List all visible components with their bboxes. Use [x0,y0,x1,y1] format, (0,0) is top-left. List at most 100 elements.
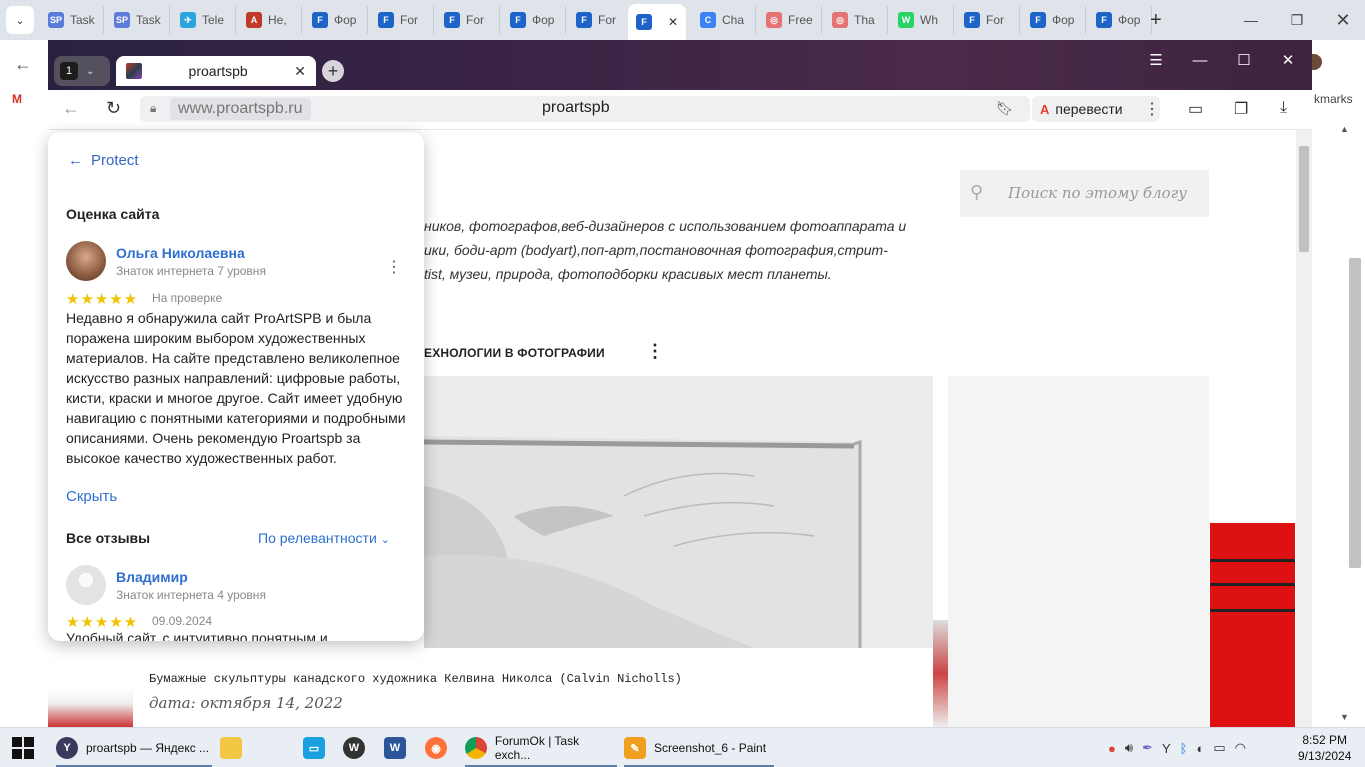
bookmark-icon[interactable]: 🔖︎ [996,100,1014,117]
browser-tab[interactable]: F Фор [304,6,368,34]
browser-tab[interactable]: W Wh [890,6,954,34]
taskbar-item-app[interactable]: ▭ [303,728,325,767]
browser-tab[interactable]: A Не, [238,6,302,34]
download-icon[interactable]: ⤓ [1280,99,1287,117]
scrollbar-thumb[interactable] [1349,258,1361,568]
browser-tab[interactable]: F For [370,6,434,34]
folder-icon [220,737,242,759]
new-tab-button[interactable]: + [1150,8,1162,32]
section-title[interactable]: ЕХНОЛОГИИ В ФОТОГРАФИИ [424,346,605,360]
reviewer-name[interactable]: Ольга Николаевна [116,245,245,261]
collections-icon[interactable]: ❐ [1234,99,1248,119]
more-vert-icon[interactable]: ⋮ [1144,99,1160,119]
browser-tab[interactable]: F For [568,6,632,34]
tab-label: Free [788,13,813,27]
menu-icon[interactable]: ☰ [1136,50,1176,70]
yandex-tray-icon[interactable]: Y [1162,741,1171,756]
close-tab-icon[interactable]: ✕ [294,63,306,80]
more-vert-icon[interactable]: ⋮ [386,260,402,276]
blog-search[interactable]: ⚲ Поиск по этому блогу [960,170,1209,217]
new-tab-button[interactable]: + [322,60,344,82]
browser-tab[interactable]: F ✕ [628,4,686,40]
url-text[interactable]: www.proartspb.ru [170,98,311,120]
taskbar-item-chrome[interactable]: ForumOk | Task exch... [465,728,617,767]
address-bar[interactable]: 🔒︎ www.proartspb.ru proartspb 🔖︎ [140,96,1030,122]
browser-tab[interactable]: F For [436,6,500,34]
browser-tab[interactable]: ✈ Tele [172,6,236,34]
page-scrollbar[interactable] [1296,130,1312,727]
browser-tab[interactable]: C Cha [692,6,756,34]
scroll-up-icon[interactable]: ▲ [1340,124,1349,134]
protect-label: Protect [91,152,139,169]
post-title[interactable]: Бумажные скульптуры канадского художника… [149,672,682,686]
sort-label: По релевантности [258,530,377,546]
scrollbar-thumb[interactable] [1299,146,1309,252]
close-tab-icon[interactable]: ✕ [668,15,678,29]
browser-tab[interactable]: SP Task [106,6,170,34]
sidebar-widget [948,376,1209,727]
more-vert-icon[interactable]: ⋮ [646,342,664,360]
taskbar-item-word[interactable]: W [384,728,406,767]
battery-saver-icon[interactable]: ▭ [1188,99,1203,119]
outer-scrollbar[interactable]: ▲ ▼ [1312,120,1365,727]
minimize-button[interactable]: — [1228,0,1274,40]
browser-tab[interactable]: F For [956,6,1020,34]
taskbar-item-yandex[interactable]: Y proartspb — Яндекс ... [56,728,212,767]
bookmarks-label[interactable]: kmarks [1314,92,1353,106]
yandex-active-tab[interactable]: proartspb ✕ [116,56,316,86]
back-arrow-icon[interactable]: ← [14,54,32,75]
taskbar-item-label: Screenshot_6 - Paint [654,741,767,755]
tab-label: For [986,13,1004,27]
system-clock[interactable]: 8:52 PM 9/13/2024 [1298,732,1351,764]
reviewer-name[interactable]: Владимир [116,569,188,585]
browser-tab[interactable]: F Фор [1022,6,1086,34]
back-arrow-icon[interactable]: ← [62,98,80,119]
browser-tab[interactable]: SP Task [40,6,104,34]
chrome-tray-icon[interactable]: ● [1108,741,1116,756]
translate-button[interactable]: A перевести [1032,96,1160,122]
lock-icon[interactable]: 🔒︎ [150,101,156,116]
hide-review-link[interactable]: Скрыть [66,488,117,505]
tab-label: Tele [202,13,225,27]
bluetooth-icon[interactable]: ᛒ [1180,741,1188,756]
maximize-button[interactable]: ☐ [1224,50,1264,70]
volume-icon[interactable]: 🔊︎ [1125,740,1133,756]
tab-favicon-icon: ✈ [180,12,196,28]
tab-favicon-icon: W [898,12,914,28]
profile-avatar[interactable] [1312,54,1322,70]
battery-icon[interactable]: ▭ [1213,740,1225,756]
search-placeholder[interactable]: Поиск по этому блогу [1008,184,1187,202]
close-window-button[interactable]: ✕ [1268,50,1308,70]
tab-count-button[interactable]: 1 ⌄ [54,56,110,86]
post-hero-image[interactable] [424,376,933,648]
all-reviews-heading: Все отзывы [66,530,151,546]
browser-tab[interactable]: ◎ Free [758,6,822,34]
pen-icon[interactable]: ✒ [1142,740,1153,756]
browser-tab[interactable]: F Фор [1088,6,1152,34]
restore-button[interactable]: ❐ [1274,0,1320,40]
browser-tab[interactable]: ◎ Tha [824,6,888,34]
taskbar-item-label: ForumOk | Task exch... [494,734,580,762]
minimize-button[interactable]: — [1180,50,1220,70]
avatar[interactable] [66,565,106,605]
taskbar-item-wordpress[interactable]: W [343,728,365,767]
tab-favicon-icon: F [636,14,652,30]
tab-label: Фор [1052,13,1075,27]
close-window-button[interactable]: ✕ [1320,0,1365,40]
tab-search-dropdown[interactable]: ⌄ [6,6,34,34]
browser-tab[interactable]: F Фор [502,6,566,34]
tab-title: proartspb [188,63,248,79]
avatar[interactable] [66,241,106,281]
start-button[interactable] [12,728,34,767]
sort-dropdown[interactable]: По релевантности ⌄ [258,530,390,546]
scroll-down-icon[interactable]: ▼ [1340,712,1349,722]
gmail-bookmark-icon[interactable]: M [12,92,22,106]
taskbar-item-explorer[interactable] [220,728,242,767]
wifi-icon[interactable]: ◠ [1235,740,1246,756]
tray-app-icon[interactable]: ◐ [1196,741,1204,756]
taskbar-item-paint[interactable]: ✎ Screenshot_6 - Paint [624,728,774,767]
taskbar-item-firefox[interactable]: ◉ [425,728,447,767]
reload-icon[interactable]: ↻ [106,98,121,119]
protect-back-link[interactable]: ← Protect [68,152,139,169]
sidebar-image[interactable] [1210,523,1295,727]
